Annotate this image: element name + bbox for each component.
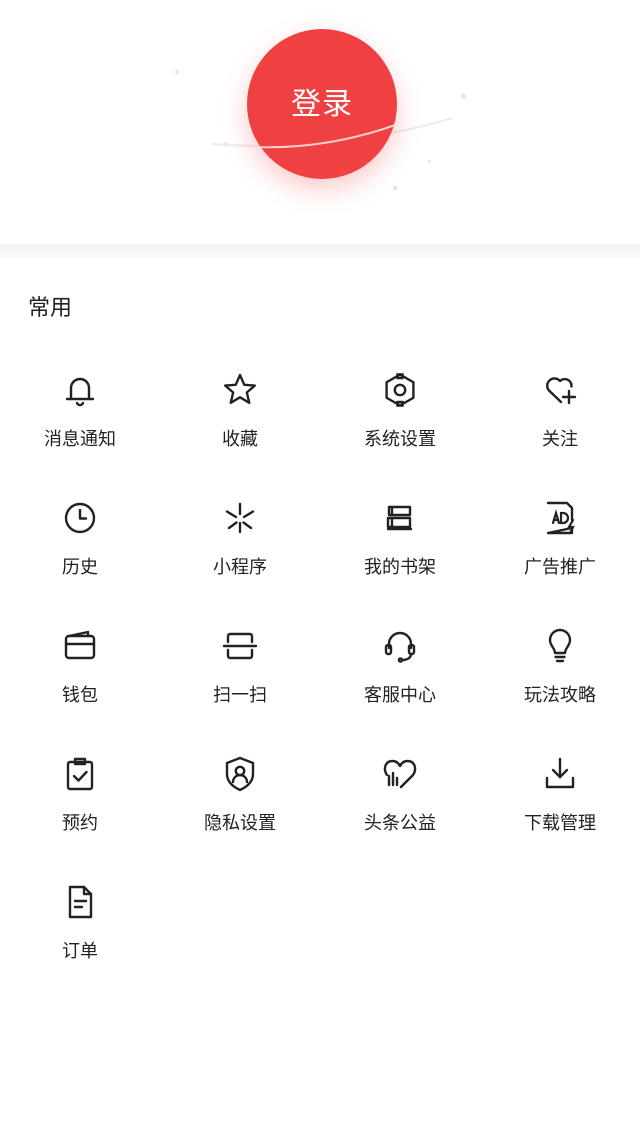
grid-item-8[interactable]: 广告推广 (480, 498, 640, 626)
star-icon (220, 370, 260, 410)
grid-item-label: 隐私设置 (204, 813, 276, 834)
grid-item-label: 历史 (62, 557, 98, 578)
bell-icon (60, 370, 100, 410)
grid-item-5[interactable]: 历史 (0, 498, 160, 626)
grid-item-label: 客服中心 (364, 685, 436, 706)
grid-item-4[interactable]: 关注 (480, 370, 640, 498)
grid-item-label: 扫一扫 (213, 685, 267, 706)
clock-icon (60, 498, 100, 538)
grid-item-label: 玩法攻略 (524, 685, 596, 706)
login-button[interactable]: 登录 (247, 29, 397, 179)
grid-item-9[interactable]: 钱包 (0, 626, 160, 754)
grid-item-17[interactable]: 订单 (0, 882, 160, 1010)
mini-program-icon (220, 498, 260, 538)
grid-item-label: 广告推广 (524, 557, 596, 578)
wallet-icon (60, 626, 100, 666)
grid-item-label: 小程序 (213, 557, 267, 578)
grid-item-label: 钱包 (62, 685, 98, 706)
grid-item-label: 消息通知 (44, 429, 116, 450)
grid-item-label: 预约 (62, 813, 98, 834)
grid-item-label: 头条公益 (364, 813, 436, 834)
grid-item-label: 下载管理 (524, 813, 596, 834)
mine-page: 登录 常用 消息通知 收藏 系统设置 关注历史 小程序 我的书架 广告推广钱包 扫一扫 客服中心… (0, 0, 640, 1139)
grid-item-label: 订单 (62, 941, 98, 962)
grid-item-label: 我的书架 (364, 557, 436, 578)
grid-item-1[interactable]: 消息通知 (0, 370, 160, 498)
bookshelf-icon (380, 498, 420, 538)
shield-user-icon (220, 754, 260, 794)
section-divider (0, 244, 640, 258)
headset-icon (380, 626, 420, 666)
login-header: 登录 (0, 0, 640, 244)
grid-item-10[interactable]: 扫一扫 (160, 626, 320, 754)
grid-item-11[interactable]: 客服中心 (320, 626, 480, 754)
common-functions-grid: 消息通知 收藏 系统设置 关注历史 小程序 我的书架 广告推广钱包 扫一扫 客服中心 玩法攻略预约… (0, 370, 640, 1010)
ad-icon (540, 498, 580, 538)
grid-item-6[interactable]: 小程序 (160, 498, 320, 626)
grid-item-2[interactable]: 收藏 (160, 370, 320, 498)
grid-item-13[interactable]: 预约 (0, 754, 160, 882)
grid-item-7[interactable]: 我的书架 (320, 498, 480, 626)
charity-heart-icon (380, 754, 420, 794)
download-icon (540, 754, 580, 794)
lightbulb-icon (540, 626, 580, 666)
scan-icon (220, 626, 260, 666)
grid-item-label: 系统设置 (364, 429, 436, 450)
grid-item-3[interactable]: 系统设置 (320, 370, 480, 498)
grid-item-15[interactable]: 头条公益 (320, 754, 480, 882)
grid-item-label: 关注 (542, 429, 578, 450)
section-title-common: 常用 (28, 296, 73, 321)
grid-item-14[interactable]: 隐私设置 (160, 754, 320, 882)
gear-icon (380, 370, 420, 410)
heart-plus-icon (540, 370, 580, 410)
login-button-label: 登录 (291, 87, 353, 122)
grid-item-12[interactable]: 玩法攻略 (480, 626, 640, 754)
clipboard-check-icon (60, 754, 100, 794)
grid-item-16[interactable]: 下载管理 (480, 754, 640, 882)
document-icon (60, 882, 100, 922)
grid-item-label: 收藏 (222, 429, 258, 450)
